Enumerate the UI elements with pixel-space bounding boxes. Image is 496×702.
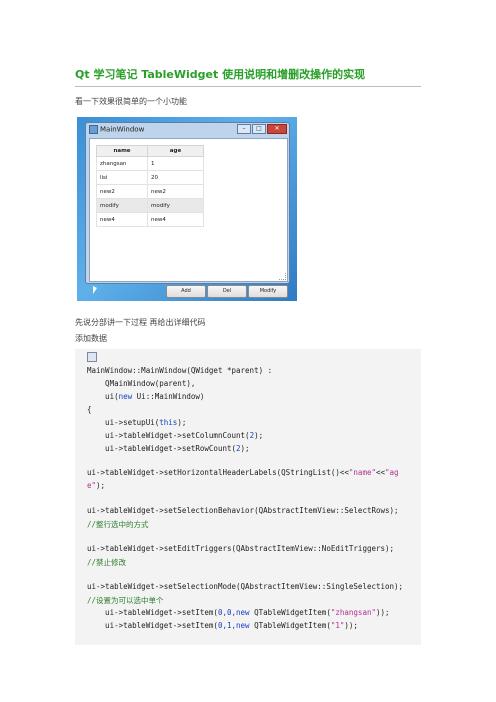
code-line: { [87, 405, 92, 414]
table-row[interactable]: zhangsan 1 [96, 156, 204, 171]
code-comment: //设置为可以选中单个 [87, 596, 164, 605]
table-cell[interactable]: 20 [147, 170, 204, 185]
code-line: QMainWindow(parent), [87, 379, 196, 388]
code-line: ui->tableWidget->setColumnCount(2); [87, 431, 264, 440]
header-name[interactable]: name [96, 145, 148, 157]
table-row[interactable]: lisi 20 [96, 170, 204, 185]
window-title: MainWindow [100, 125, 145, 134]
code-comment: //整行选中的方式 [87, 520, 149, 529]
add-button[interactable]: Add [166, 285, 206, 298]
table-cell[interactable]: zhangsan [96, 156, 148, 171]
window-client-area: name age zhangsan 1 lisi 20 new2 new2 mo… [89, 138, 288, 298]
app-icon [89, 125, 98, 134]
table-row[interactable]: modify modify [96, 198, 204, 213]
modify-button[interactable]: Modify [248, 285, 288, 298]
code-line: ui(new Ui::MainWindow) [87, 392, 205, 401]
code-line: ui->tableWidget->setSelectionMode(QAbstr… [87, 582, 404, 591]
table-cell[interactable]: new2 [147, 184, 204, 199]
main-window: MainWindow – □ ✕ name age zhangsan 1 lis… [85, 122, 290, 298]
table-widget[interactable]: name age zhangsan 1 lisi 20 new2 new2 mo… [96, 145, 204, 227]
maximize-button[interactable]: □ [252, 124, 266, 134]
code-line: ui->tableWidget->setItem(0,0,new QTableW… [87, 608, 390, 617]
table-cell[interactable]: modify [96, 198, 148, 213]
code-line: ui->tableWidget->setHorizontalHeaderLabe… [87, 468, 399, 477]
code-line: ui->tableWidget->setRowCount(2); [87, 444, 250, 453]
intro-text: 看一下效果很简单的一个小功能 [75, 97, 187, 106]
table-row[interactable]: new2 new2 [96, 184, 204, 199]
table-row[interactable]: new4 new4 [96, 212, 204, 227]
table-cell[interactable]: 1 [147, 156, 204, 171]
page-title: Qt 学习笔记 TableWidget 使用说明和增删改操作的实现 [75, 68, 366, 81]
section-label: 添加数据 [75, 334, 107, 343]
del-button[interactable]: Del [207, 285, 247, 298]
table-cell[interactable]: lisi [96, 170, 148, 185]
copy-code-icon[interactable] [87, 352, 97, 362]
code-line: MainWindow::MainWindow(QWidget *parent) … [87, 366, 273, 375]
code-comment: //禁止修改 [87, 558, 127, 567]
code-line: ui->tableWidget->setEditTriggers(QAbstra… [87, 544, 395, 553]
mouse-cursor-icon [93, 286, 97, 294]
table-cell[interactable]: new4 [96, 212, 148, 227]
table-cell[interactable]: new2 [96, 184, 148, 199]
screenshot-image: MainWindow – □ ✕ name age zhangsan 1 lis… [77, 117, 297, 301]
paragraph-text: 先说分部讲一下过程 再给出详细代码 [75, 318, 206, 327]
title-divider [75, 86, 421, 87]
table-cell[interactable]: new4 [147, 212, 204, 227]
close-button[interactable]: ✕ [267, 124, 287, 134]
code-block: MainWindow::MainWindow(QWidget *parent) … [75, 349, 421, 645]
code-line: ui->tableWidget->setSelectionBehavior(QA… [87, 506, 399, 515]
minimize-button[interactable]: – [237, 124, 251, 134]
table-cell[interactable]: modify [147, 198, 204, 213]
window-controls: – □ ✕ [237, 124, 287, 134]
resize-grip[interactable] [279, 273, 286, 280]
header-age[interactable]: age [147, 145, 204, 157]
code-line: ui->tableWidget->setItem(0,1,new QTableW… [87, 621, 358, 630]
code-line: e"); [87, 481, 106, 490]
code-line: ui->setupUi(this); [87, 418, 187, 427]
